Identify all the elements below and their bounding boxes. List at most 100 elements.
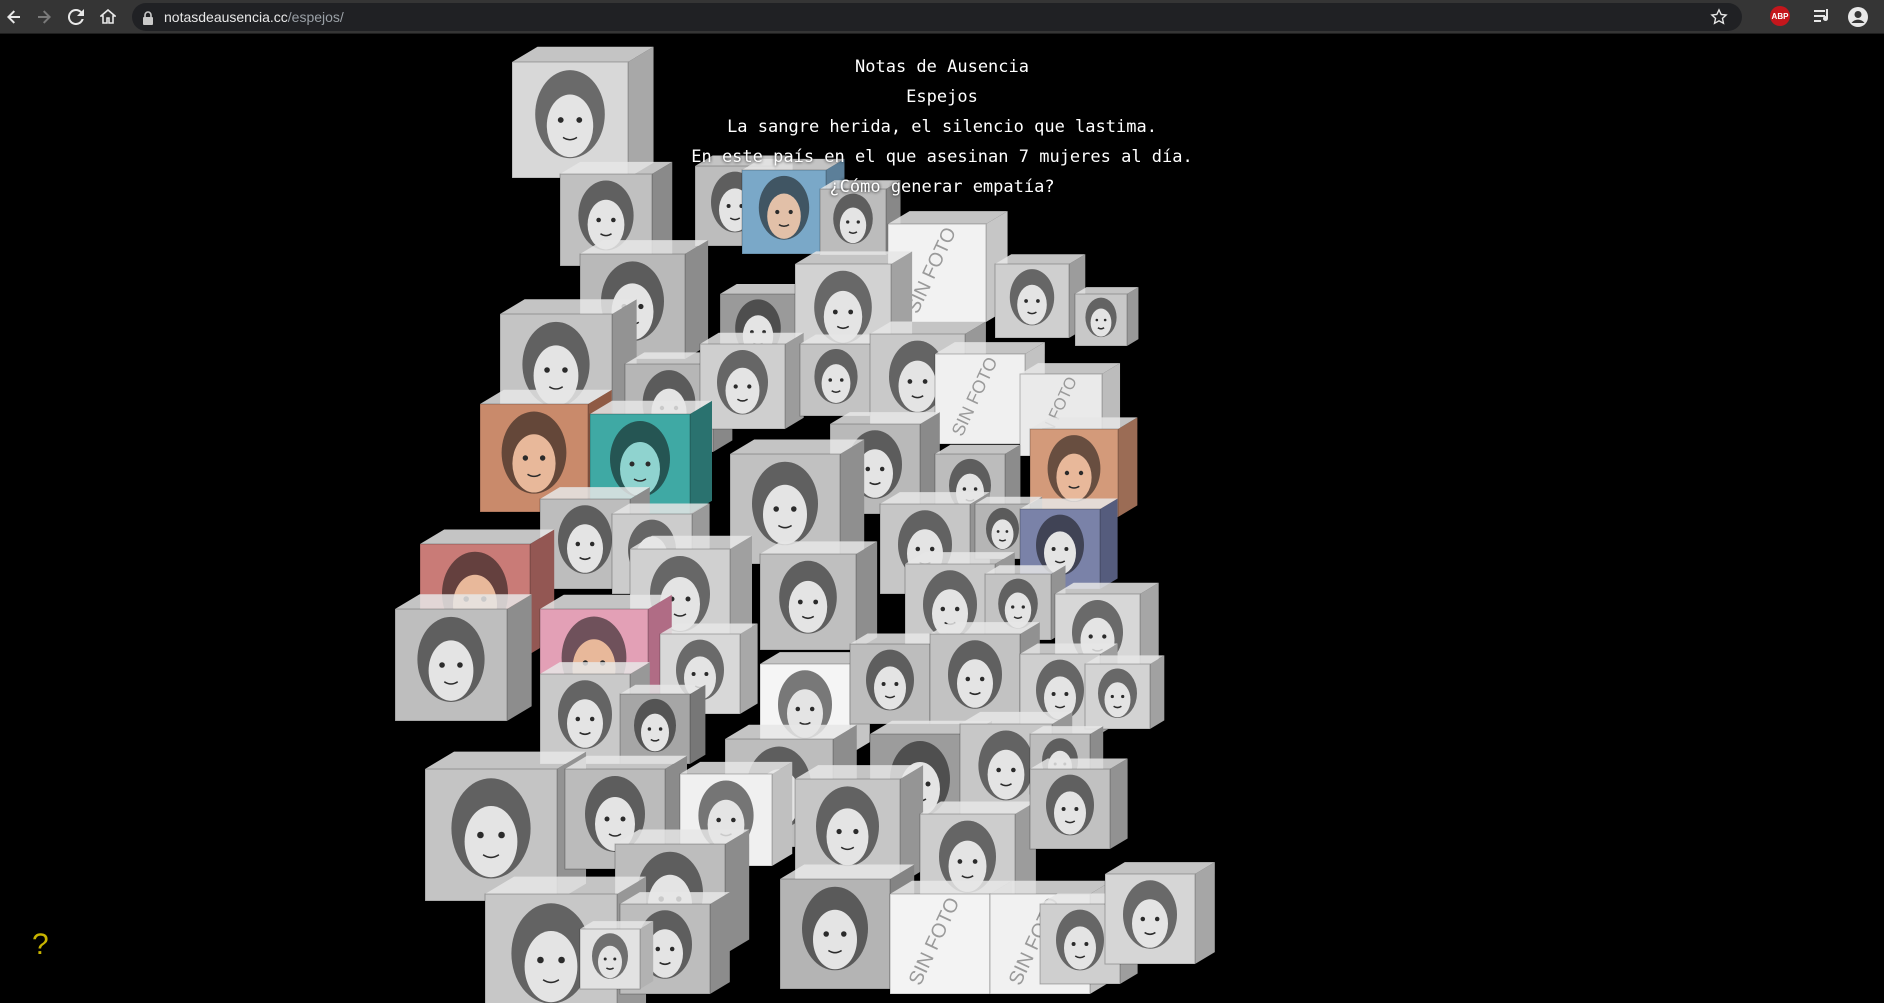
eye [836,828,842,835]
eye [832,309,838,315]
address-bar[interactable]: notasdeausencia.cc/espejos/ [132,3,1742,31]
eye [996,530,1000,533]
cube-side-face [1127,287,1139,346]
page-content: SIN FOTO SIN FOTO SIN FOTO SIN FOTO SIN FOTO… [0,34,1884,1003]
media-queue-icon[interactable] [1814,8,1832,24]
eye [1021,605,1025,609]
eye [788,209,793,215]
eye [1064,692,1069,696]
help-button[interactable]: ? [32,928,49,962]
lock-icon [142,10,154,29]
face-shape [813,909,857,970]
eye [1140,916,1146,922]
photo-cube[interactable] [1074,287,1139,347]
photo-cube[interactable] [619,684,706,765]
eye [1084,942,1089,946]
reload-icon[interactable] [64,5,88,29]
eye [856,220,860,224]
photo-cube[interactable] [994,254,1086,339]
cube-side-face [740,623,758,714]
eye [773,506,779,512]
eye [915,546,921,552]
eye [704,672,709,676]
eye [731,817,736,823]
intro-line-2: En este país en el que asesinan 7 mujere… [691,147,1193,167]
eye [922,379,928,384]
cube-side-face [1110,758,1128,849]
photo-cube[interactable] [1084,655,1165,730]
intro-line-1: La sangre herida, el silencio que lastim… [727,117,1157,137]
eye [865,466,871,472]
back-icon[interactable] [2,5,26,29]
cube-side-face [710,892,730,994]
eye [629,461,635,467]
section-title: Espejos [906,87,978,107]
face-shape [874,666,906,710]
eye [611,217,616,223]
photo-cube[interactable] [394,594,532,722]
eye [1005,530,1009,533]
face-shape [788,580,828,633]
photo-cube[interactable] [699,332,804,430]
face-shape [641,713,669,752]
photo-cube[interactable] [1104,862,1215,965]
eye [972,859,978,864]
eye [907,379,913,384]
eye [669,946,675,952]
eye [957,859,963,864]
cube-side-face [507,594,532,721]
face-shape [898,360,937,412]
face-shape [567,699,603,748]
cube-side-face [690,400,712,514]
home-icon[interactable] [96,5,120,29]
face-shape [991,519,1014,550]
eye [522,455,529,461]
photo-cube[interactable] [759,541,878,651]
face-shape [957,659,993,708]
eye [940,606,946,612]
eye [996,767,1001,773]
eye [879,466,885,472]
eye [439,662,445,668]
eye [691,672,696,676]
eye [647,727,652,731]
eye [655,946,661,952]
eye [1154,916,1160,922]
eye [954,606,960,612]
face-shape [725,367,760,414]
adblock-plus-icon[interactable]: ABP [1770,6,1790,26]
photo-cube[interactable] [1029,758,1128,850]
eye [925,781,931,787]
eye [775,209,780,215]
star-icon[interactable] [1710,8,1728,30]
eye [1102,634,1107,639]
face-shape [821,364,851,404]
eye [733,384,738,389]
face-shape [1064,926,1096,970]
forward-icon[interactable] [32,5,56,29]
eye [716,817,721,823]
eye [962,487,967,491]
url-text[interactable]: notasdeausencia.cc/espejos/ [164,9,344,25]
photo-cube[interactable] [579,921,654,990]
eye [685,596,691,602]
eye [747,384,752,389]
eye [613,957,617,961]
eye [477,831,484,839]
profile-icon[interactable] [1847,6,1869,28]
eye [575,716,581,722]
eye [589,541,595,547]
eye [1078,470,1084,476]
eye [1064,470,1070,476]
eye [881,682,886,686]
face-shape [763,484,807,545]
eye [658,727,663,731]
cube-side-face [1118,417,1138,517]
face-shape [428,640,474,701]
eye [929,546,935,552]
eye [828,378,833,382]
face-shape [1090,308,1112,337]
eye [638,303,644,310]
face-shape [826,808,869,866]
eye [894,682,899,686]
